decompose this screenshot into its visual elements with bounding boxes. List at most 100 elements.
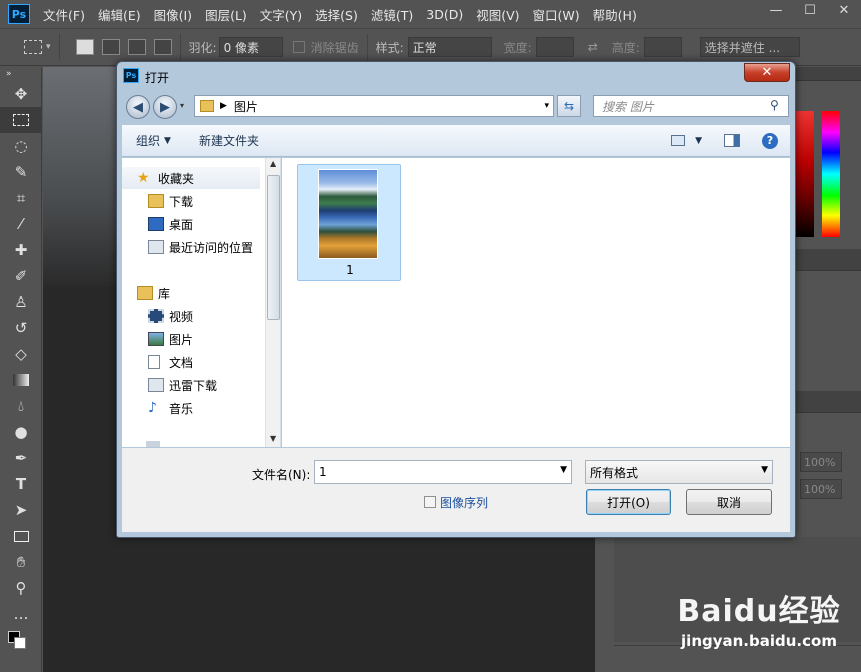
healing-brush-tool-icon[interactable]: ✚ [0, 237, 42, 263]
search-icon[interactable]: ⚲ [770, 98, 779, 112]
menu-3d[interactable]: 3D(D) [426, 7, 463, 22]
filename-input[interactable]: 1 ▼ [314, 460, 572, 484]
nav-item-thunder-downloads[interactable]: 迅雷下载 [122, 374, 262, 396]
nav-item-desktop[interactable]: 桌面 [122, 213, 262, 235]
back-button[interactable]: ◀ [126, 95, 150, 119]
eraser-tool-icon[interactable]: ◇ [0, 341, 42, 367]
eyedropper-tool-icon[interactable]: ⁄ [0, 211, 42, 237]
clone-stamp-tool-icon[interactable]: ♙ [0, 289, 42, 315]
crop-tool-icon[interactable]: ⌗ [0, 185, 42, 211]
menu-edit[interactable]: 编辑(E) [98, 5, 141, 24]
search-input[interactable]: 搜索 图片 [593, 95, 789, 117]
dodge-tool-icon[interactable]: ● [0, 419, 42, 445]
image-sequence-label[interactable]: 图像序列 [440, 494, 488, 511]
image-sequence-checkbox[interactable] [424, 496, 436, 508]
select-and-mask-button[interactable]: 选择并遮住 ... [699, 37, 800, 57]
nav-item-videos[interactable]: 视频 [122, 305, 262, 327]
brush-tool-icon[interactable]: ✐ [0, 263, 42, 289]
rectangle-tool-icon[interactable] [0, 523, 42, 549]
address-path[interactable]: 图片 [234, 98, 258, 115]
help-icon[interactable]: ? [762, 132, 778, 149]
photoshop-icon: Ps [123, 68, 139, 83]
height-input[interactable] [643, 37, 682, 57]
menu-help[interactable]: 帮助(H) [593, 5, 637, 24]
blur-tool-icon[interactable]: 💧︎ [0, 393, 42, 419]
filetype-select[interactable]: 所有格式 ▼ [585, 460, 773, 484]
history-dropdown-icon[interactable]: ▾ [180, 101, 184, 110]
view-options-icon[interactable] [671, 135, 686, 146]
dialog-close-button[interactable]: ✕ [744, 63, 790, 82]
refresh-button[interactable]: ⇆ [557, 95, 581, 117]
type-tool-icon[interactable]: T [0, 471, 42, 497]
nav-libraries[interactable]: 库 [122, 282, 262, 304]
quick-select-tool-icon[interactable]: ✎ [0, 159, 42, 185]
gradient-tool-icon[interactable] [0, 367, 42, 393]
panel-collapse-icon[interactable]: » [0, 67, 42, 81]
maximize-button[interactable]: ☐ [793, 0, 827, 20]
nav-item-documents[interactable]: 文档 [122, 351, 262, 373]
dialog-titlebar[interactable]: Ps 打开 ✕ [117, 62, 795, 90]
chevron-down-icon[interactable]: ▼ [695, 136, 702, 146]
lasso-tool-icon[interactable]: ◌ [0, 133, 42, 159]
minimize-button[interactable]: — [759, 0, 793, 20]
open-button[interactable]: 打开(O) [586, 489, 671, 515]
close-button[interactable]: ✕ [827, 0, 861, 20]
nav-item-downloads[interactable]: 下载 [122, 190, 262, 212]
hue-slider[interactable] [822, 111, 840, 237]
menu-file[interactable]: 文件(F) [43, 5, 85, 24]
chevron-down-icon[interactable]: ▼ [761, 465, 768, 475]
chevron-down-icon[interactable]: ▾ [46, 42, 51, 52]
more-tools-icon[interactable]: … [0, 601, 42, 627]
new-folder-button[interactable]: 新建文件夹 [199, 132, 259, 149]
marquee-tool-icon[interactable] [0, 107, 42, 133]
fill-field[interactable]: 100% [800, 479, 842, 499]
opacity-field[interactable]: 100% [800, 452, 842, 472]
hand-tool-icon[interactable]: ✋︎ [0, 549, 42, 575]
cancel-button[interactable]: 取消 [686, 489, 772, 515]
nav-favorites[interactable]: ★ 收藏夹 [122, 167, 260, 189]
menu-type[interactable]: 文字(Y) [260, 5, 302, 24]
style-select[interactable]: 正常 [407, 37, 492, 57]
menu-filter[interactable]: 滤镜(T) [371, 5, 413, 24]
nav-item-recent-places[interactable]: 最近访问的位置 [122, 236, 262, 258]
intersect-selection-icon[interactable] [153, 39, 172, 55]
thunder-folder-icon [148, 378, 164, 392]
menu-layer[interactable]: 图层(L) [205, 5, 247, 24]
width-input[interactable] [535, 37, 574, 57]
menu-image[interactable]: 图像(I) [154, 5, 192, 24]
menu-select[interactable]: 选择(S) [315, 5, 358, 24]
history-brush-tool-icon[interactable]: ↺ [0, 315, 42, 341]
nav-item-music[interactable]: ♪ 音乐 [122, 397, 262, 419]
address-dropdown-icon[interactable]: ▾ [544, 101, 549, 111]
organize-button[interactable]: 组织 [136, 132, 160, 149]
forward-button[interactable]: ▶ [153, 95, 177, 119]
pen-tool-icon[interactable]: ✒ [0, 445, 42, 471]
chevron-down-icon[interactable]: ▼ [560, 465, 567, 475]
nav-scrollbar[interactable]: ▲ ▼ [265, 158, 280, 447]
move-tool-icon[interactable]: ✥ [0, 81, 42, 107]
preview-pane-icon[interactable] [724, 134, 740, 147]
file-list-pane[interactable]: 1 [282, 158, 790, 447]
file-item[interactable]: 1 [297, 164, 401, 281]
subtract-selection-icon[interactable] [127, 39, 146, 55]
menu-view[interactable]: 视图(V) [476, 5, 519, 24]
scroll-down-icon[interactable]: ▼ [270, 434, 276, 443]
scrollbar-thumb[interactable] [267, 175, 280, 320]
color-spectrum[interactable] [796, 111, 814, 237]
menu-window[interactable]: 窗口(W) [533, 5, 580, 24]
new-selection-icon[interactable] [75, 39, 94, 55]
path-select-tool-icon[interactable]: ➤ [0, 497, 42, 523]
address-bar[interactable]: ▶ 图片 ▾ [194, 95, 554, 117]
chevron-down-icon[interactable]: ▼ [164, 136, 171, 146]
scroll-up-icon[interactable]: ▲ [270, 159, 276, 168]
swap-icon[interactable]: ⇄ [588, 40, 598, 54]
add-selection-icon[interactable] [101, 39, 120, 55]
feather-input[interactable]: 0 像素 [218, 37, 283, 57]
marquee-tool-preset-icon[interactable] [24, 40, 42, 54]
nav-item-pictures[interactable]: 图片 [122, 328, 262, 350]
antialias-checkbox[interactable] [292, 41, 305, 53]
address-row: ◀ ▶ ▾ ▶ 图片 ▾ ⇆ 搜索 图片 ⚲ [122, 91, 790, 123]
breadcrumb-arrow-icon[interactable]: ▶ [220, 101, 227, 111]
color-swatches-icon[interactable] [0, 627, 42, 657]
zoom-tool-icon[interactable]: ⚲ [0, 575, 42, 601]
